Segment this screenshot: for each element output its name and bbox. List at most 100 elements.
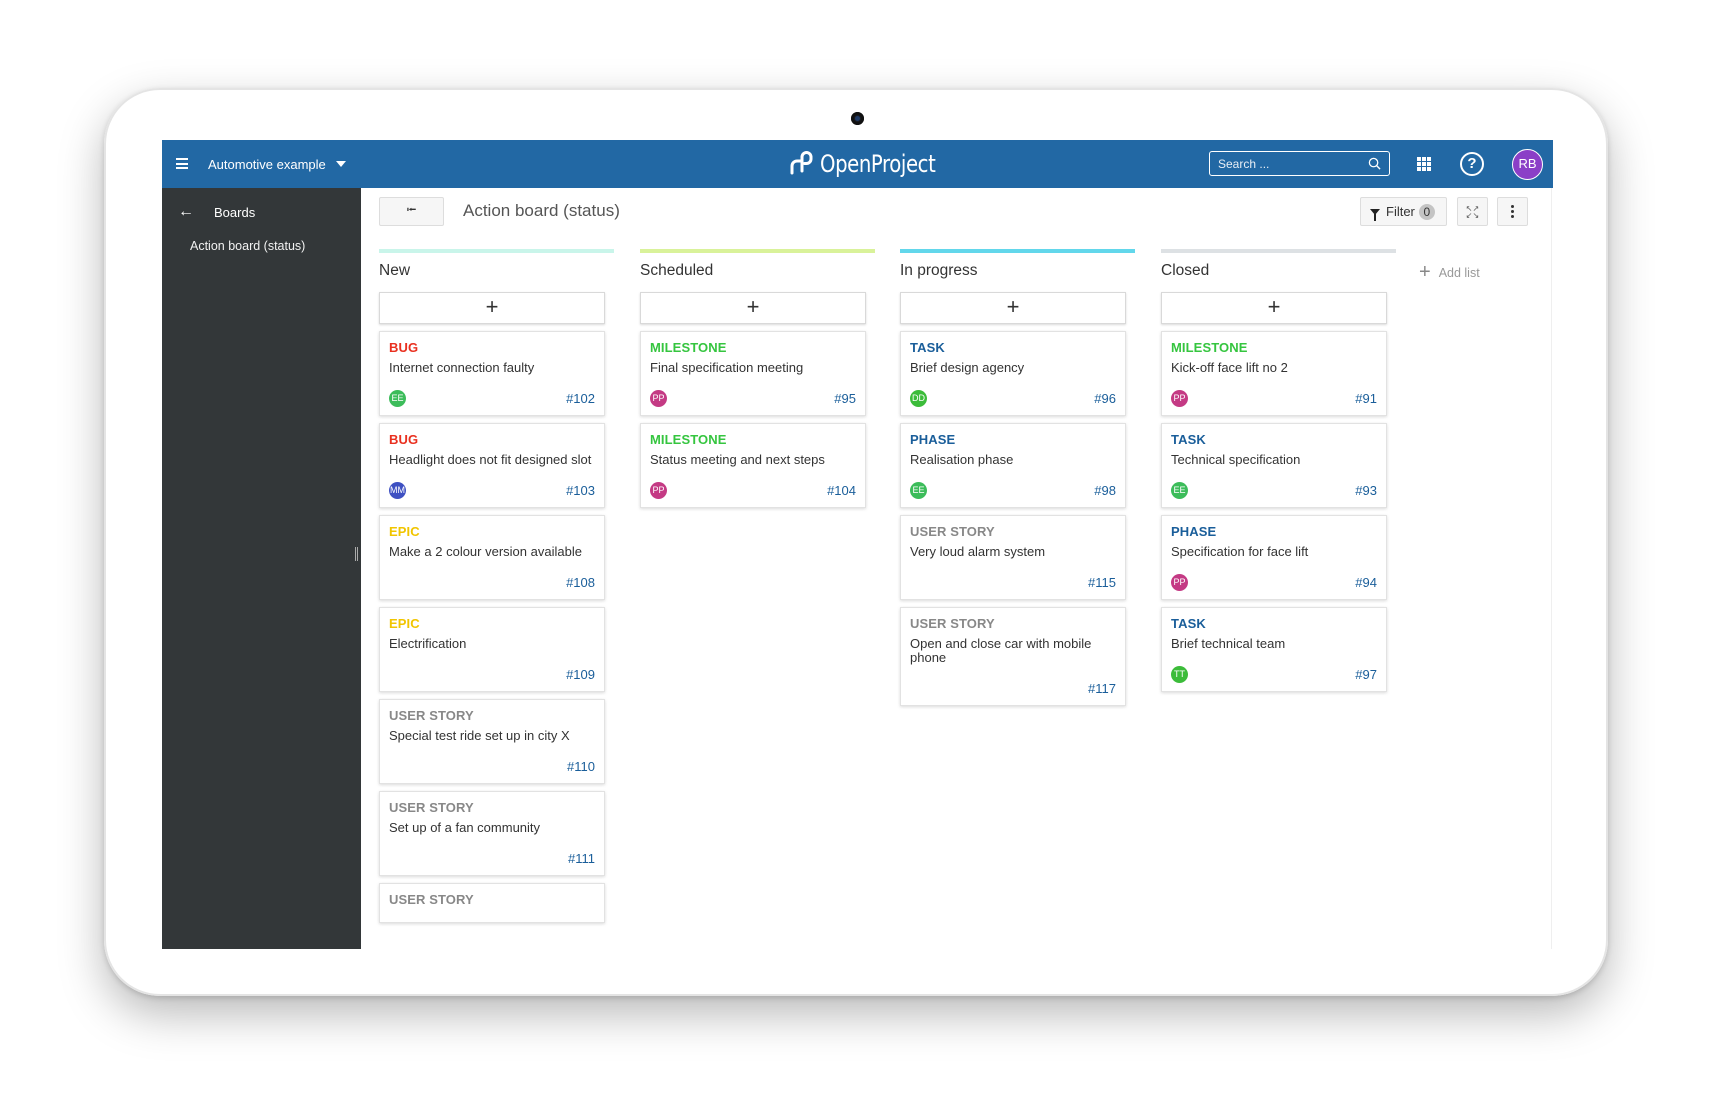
card-subject: Status meeting and next steps <box>650 452 825 467</box>
work-package-id-link[interactable]: #111 <box>568 851 595 866</box>
work-package-card[interactable]: USER STORY Set up of a fan community #111 <box>379 791 605 876</box>
work-package-card[interactable]: USER STORY <box>379 883 605 923</box>
search-input[interactable]: Search ... <box>1209 151 1390 176</box>
work-package-card[interactable]: TASK Brief technical team TT #97 <box>1161 607 1387 692</box>
card-subject: Kick-off face lift no 2 <box>1171 360 1288 375</box>
work-package-id-link[interactable]: #91 <box>1355 391 1377 406</box>
openproject-logo[interactable]: OpenProject <box>788 150 961 178</box>
assignee-avatar[interactable]: PP <box>650 389 667 407</box>
sidebar-resize-handle[interactable] <box>355 547 358 561</box>
help-icon[interactable]: ? <box>1460 152 1484 176</box>
card-subject: Realisation phase <box>910 452 1014 467</box>
card-subject: Very loud alarm system <box>910 544 1046 559</box>
search-placeholder: Search ... <box>1218 156 1270 171</box>
filter-icon <box>1370 208 1380 221</box>
work-package-card[interactable]: EPIC Electrification #109 <box>379 607 605 692</box>
work-package-card[interactable]: USER STORY Very loud alarm system #115 <box>900 515 1126 600</box>
work-package-id-link[interactable]: #102 <box>566 391 595 406</box>
assignee-avatar[interactable]: MM <box>389 481 406 499</box>
column-color-bar <box>379 249 614 253</box>
work-package-id-link[interactable]: #97 <box>1355 667 1377 682</box>
assignee-avatar[interactable]: PP <box>650 481 667 499</box>
camera-icon <box>851 112 864 125</box>
assignee-avatar[interactable]: EE <box>1171 481 1188 499</box>
card-footer: PP #104 <box>650 481 856 499</box>
work-package-card[interactable]: TASK Technical specification EE #93 <box>1161 423 1387 508</box>
card-type: MILESTONE <box>650 432 727 447</box>
work-package-id-link[interactable]: #93 <box>1355 483 1377 498</box>
assignee-avatar[interactable]: EE <box>389 389 406 407</box>
card-subject: Technical specification <box>1171 452 1301 467</box>
column-title[interactable]: Scheduled <box>640 262 875 284</box>
board-column: Closed + MILESTONE Kick-off face lift no 2 P… <box>1161 249 1396 692</box>
card-footer: #115 <box>910 573 1116 591</box>
work-package-id-link[interactable]: #110 <box>567 759 595 774</box>
work-package-id-link[interactable]: #96 <box>1094 391 1116 406</box>
work-package-card[interactable]: TASK Brief design agency DD #96 <box>900 331 1126 416</box>
add-list-button[interactable]: + Add list <box>1419 261 1480 284</box>
assignee-avatar[interactable]: PP <box>1171 389 1188 407</box>
user-avatar[interactable]: RB <box>1512 149 1543 180</box>
menu-icon[interactable] <box>176 158 188 169</box>
card-type: TASK <box>1171 616 1206 631</box>
column-color-bar <box>640 249 875 253</box>
add-card-button[interactable]: + <box>1161 292 1387 324</box>
assignee-avatar[interactable]: PP <box>1171 573 1188 591</box>
card-subject: Brief design agency <box>910 360 1025 375</box>
work-package-id-link[interactable]: #117 <box>1088 681 1116 696</box>
column-title[interactable]: New <box>379 262 614 284</box>
work-package-card[interactable]: USER STORY Open and close car with mobile… <box>900 607 1126 706</box>
work-package-id-link[interactable]: #109 <box>566 667 595 682</box>
modules-grid-icon[interactable] <box>1417 157 1431 171</box>
project-selector[interactable]: Automotive example <box>208 154 346 174</box>
work-package-id-link[interactable]: #94 <box>1355 575 1377 590</box>
column-title[interactable]: Closed <box>1161 262 1396 284</box>
work-package-id-link[interactable]: #103 <box>566 483 595 498</box>
add-card-button[interactable]: + <box>900 292 1126 324</box>
filter-button[interactable]: Filter 0 <box>1360 197 1447 226</box>
work-package-id-link[interactable]: #95 <box>834 391 856 406</box>
work-package-card[interactable]: BUG Headlight does not fit designed slot M… <box>379 423 605 508</box>
card-footer: #117 <box>910 679 1116 697</box>
work-package-card[interactable]: USER STORY Special test ride set up in ci… <box>379 699 605 784</box>
work-package-id-link[interactable]: #108 <box>566 575 595 590</box>
assignee-avatar[interactable]: DD <box>910 389 927 407</box>
sidebar-back-boards[interactable]: ← Boards <box>178 203 255 221</box>
card-type: USER STORY <box>910 616 995 631</box>
work-package-card[interactable]: PHASE Realisation phase EE #98 <box>900 423 1126 508</box>
column-title[interactable]: In progress <box>900 262 1135 284</box>
card-footer: EE #102 <box>389 389 595 407</box>
work-package-card[interactable]: MILESTONE Final specification meeting PP #9… <box>640 331 866 416</box>
search-icon[interactable] <box>1368 157 1381 170</box>
page-title: Action board (status) <box>463 201 620 220</box>
card-footer: #109 <box>389 665 595 683</box>
work-package-id-link[interactable]: #115 <box>1088 575 1116 590</box>
card-type: BUG <box>389 432 419 447</box>
add-card-button[interactable]: + <box>379 292 605 324</box>
work-package-card[interactable]: BUG Internet connection faulty EE #102 <box>379 331 605 416</box>
arrow-left-icon: ← <box>178 203 194 220</box>
assignee-avatar[interactable]: TT <box>1171 665 1188 683</box>
fullscreen-button[interactable]: ↖↗ ↙↘ <box>1457 197 1488 226</box>
card-subject: Specification for face lift <box>1171 544 1309 559</box>
assignee-avatar[interactable]: EE <box>910 481 927 499</box>
work-package-card[interactable]: PHASE Specification for face lift PP #94 <box>1161 515 1387 600</box>
work-package-card[interactable]: MILESTONE Status meeting and next steps PP… <box>640 423 866 508</box>
card-type: USER STORY <box>389 800 474 815</box>
scrollbar[interactable] <box>1551 188 1552 949</box>
work-package-card[interactable]: MILESTONE Kick-off face lift no 2 PP #91 <box>1161 331 1387 416</box>
work-package-card[interactable]: EPIC Make a 2 colour version available #10… <box>379 515 605 600</box>
add-list-label: Add list <box>1438 265 1480 280</box>
card-type: TASK <box>910 340 945 355</box>
work-package-id-link[interactable]: #104 <box>827 483 856 498</box>
column-color-bar <box>1161 249 1396 253</box>
sidebar-item-action-board[interactable]: Action board (status) <box>190 239 305 253</box>
back-button[interactable]: ⭰ <box>379 197 444 226</box>
work-package-id-link[interactable]: #98 <box>1094 483 1116 498</box>
card-subject: Set up of a fan community <box>389 820 541 835</box>
card-footer: DD #96 <box>910 389 1116 407</box>
more-options-button[interactable] <box>1497 197 1528 226</box>
card-type: TASK <box>1171 432 1206 447</box>
add-card-button[interactable]: + <box>640 292 866 324</box>
top-header: Automotive example OpenProject Search ..… <box>162 140 1553 188</box>
